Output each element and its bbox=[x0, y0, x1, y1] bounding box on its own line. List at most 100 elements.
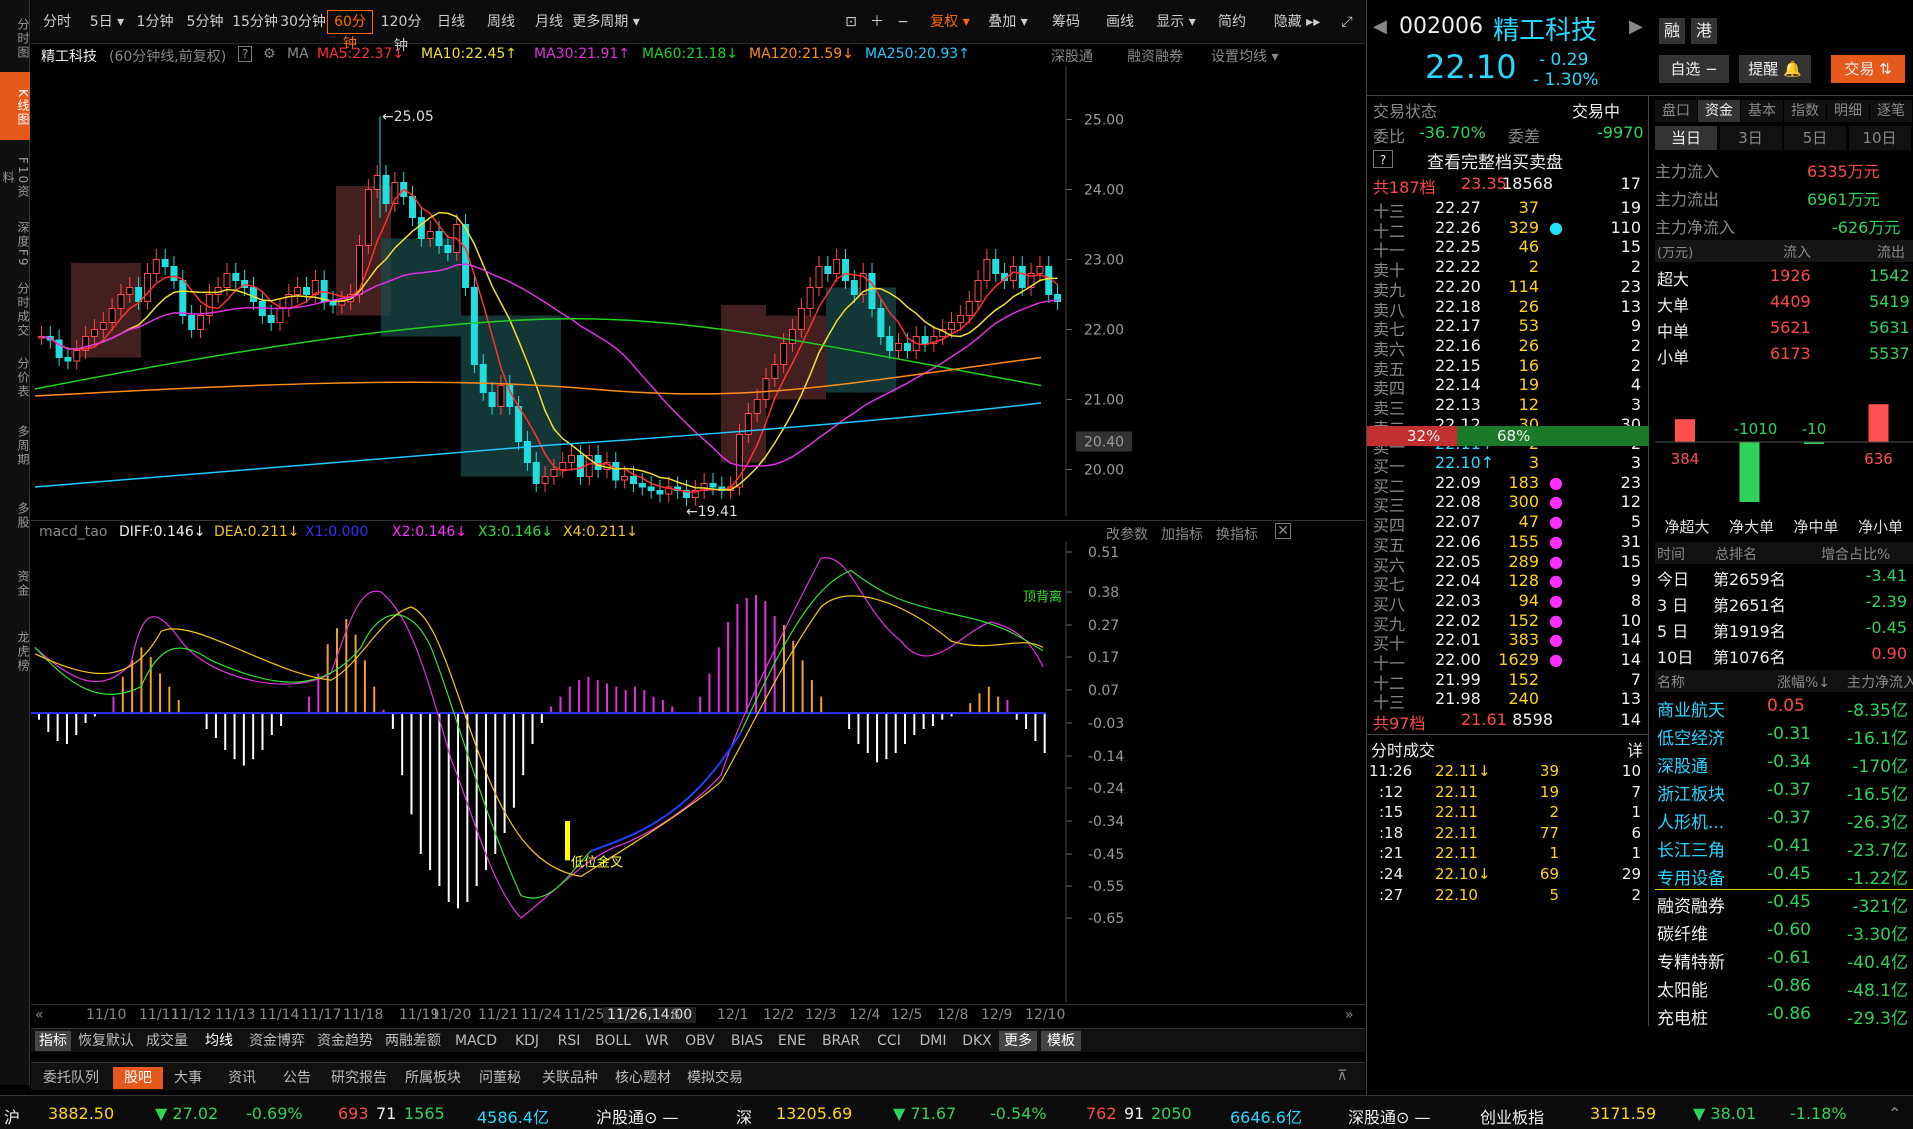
period-tab-6[interactable]: 60分钟 bbox=[327, 10, 373, 52]
link-margin[interactable]: 融资融券 bbox=[1127, 46, 1183, 66]
rail-item-8[interactable]: 资金 bbox=[0, 552, 30, 612]
period-tab-0[interactable]: 当日 bbox=[1655, 126, 1717, 150]
info-tab-1[interactable]: 股吧 bbox=[113, 1067, 163, 1089]
period-tab-1[interactable]: 3日 bbox=[1719, 126, 1782, 150]
sector-row[interactable]: 专精特新 -0.61 -40.4亿 bbox=[1655, 946, 1913, 974]
info-tab-7[interactable]: 问董秘 bbox=[473, 1067, 527, 1089]
sector-row[interactable]: 充电桩 -0.86 -29.3亿 bbox=[1655, 1002, 1913, 1030]
tool-btn-3[interactable]: 画线 bbox=[1095, 10, 1145, 34]
sector-row[interactable]: 浙江板块 -0.37 -16.5亿 bbox=[1655, 778, 1913, 806]
edit-params-link[interactable]: 改参数 bbox=[1106, 524, 1148, 544]
indicator-tab-12[interactable]: OBV bbox=[677, 1031, 723, 1051]
flow-tab-2[interactable]: 基本 bbox=[1741, 100, 1783, 122]
help-icon[interactable]: ? bbox=[238, 46, 253, 62]
indicator-tab-10[interactable]: BOLL bbox=[589, 1031, 637, 1051]
tool-btn-1[interactable]: 叠加 ▾ bbox=[981, 10, 1035, 34]
sector-row[interactable]: 长江三角 -0.41 -23.7亿 bbox=[1655, 834, 1913, 862]
info-tab-9[interactable]: 核心题材 bbox=[611, 1067, 675, 1089]
indicator-tab-9[interactable]: RSI bbox=[551, 1031, 587, 1051]
tool-btn-6[interactable]: 隐藏 ▸▸ bbox=[1261, 10, 1333, 34]
margin-tag[interactable]: 融 bbox=[1659, 18, 1685, 44]
period-tab-0[interactable]: 分时 bbox=[35, 10, 79, 34]
trade-button[interactable]: 交易 ⇅ bbox=[1831, 55, 1905, 83]
watchlist-button[interactable]: 自选 − bbox=[1659, 55, 1729, 83]
sector-row[interactable]: 融资融券 -0.45 -321亿 bbox=[1655, 890, 1913, 918]
period-tab-1[interactable]: 5日 ▾ bbox=[85, 10, 129, 34]
indicator-tab-8[interactable]: KDJ bbox=[505, 1031, 549, 1051]
tool-btn-0[interactable]: 复权 ▾ bbox=[923, 10, 977, 34]
help-icon[interactable]: ? bbox=[1373, 150, 1393, 168]
period-tab-8[interactable]: 日线 bbox=[429, 10, 473, 34]
settings-icon[interactable]: ⚙ bbox=[263, 46, 276, 62]
indicator-tab-17[interactable]: DMI bbox=[911, 1031, 955, 1051]
period-tab-2[interactable]: 1分钟 bbox=[131, 10, 179, 34]
indicator-tab-7[interactable]: MACD bbox=[449, 1031, 503, 1051]
chevron-up-icon[interactable]: ⌃ bbox=[1888, 1104, 1901, 1123]
period-tab-9[interactable]: 周线 bbox=[477, 10, 525, 34]
hgt-label[interactable]: 沪股通⊙ — bbox=[596, 1104, 679, 1128]
fullscreen-icon[interactable]: ⤢ bbox=[1335, 10, 1359, 34]
tab-icon[interactable]: ⊡ bbox=[839, 10, 863, 34]
rail-item-5[interactable]: 分价表 bbox=[0, 346, 30, 406]
period-tab-3[interactable]: 5分钟 bbox=[181, 10, 229, 34]
full-orderbook-link[interactable]: 查看完整档买卖盘 bbox=[1427, 148, 1563, 173]
flow-tab-5[interactable]: 逐笔 bbox=[1870, 100, 1912, 122]
alert-button[interactable]: 提醒 🔔 bbox=[1739, 55, 1811, 83]
indicator-tab-2[interactable]: 成交量 bbox=[141, 1031, 193, 1051]
info-tab-8[interactable]: 关联品种 bbox=[535, 1067, 605, 1089]
info-tab-6[interactable]: 所属板块 bbox=[401, 1067, 465, 1089]
rail-item-1[interactable]: K线图 bbox=[0, 72, 30, 140]
indicator-tab-19[interactable]: 更多 bbox=[999, 1031, 1037, 1051]
period-tab-2[interactable]: 5日 bbox=[1784, 126, 1846, 150]
period-tab-7[interactable]: 120分钟 bbox=[375, 10, 427, 54]
indicator-tab-5[interactable]: 资金趋势 bbox=[313, 1031, 377, 1051]
info-tab-10[interactable]: 模拟交易 bbox=[683, 1067, 747, 1089]
change-indicator-link[interactable]: 换指标 bbox=[1216, 524, 1258, 544]
scroll-left-icon[interactable]: « bbox=[35, 1007, 44, 1023]
link-sgt[interactable]: 深股通 bbox=[1051, 46, 1093, 66]
period-tab-5[interactable]: 30分钟 bbox=[279, 10, 327, 34]
period-tab-11[interactable]: 更多周期 ▾ bbox=[571, 10, 641, 34]
indicator-tab-3[interactable]: 均线 bbox=[197, 1031, 241, 1051]
sector-row[interactable]: 商业航天 0.05 -8.35亿 bbox=[1655, 694, 1913, 722]
period-tab-4[interactable]: 15分钟 bbox=[231, 10, 279, 34]
rail-item-4[interactable]: 分时成交 bbox=[0, 278, 30, 338]
indicator-tab-15[interactable]: BRAR bbox=[815, 1031, 867, 1051]
indicator-tab-20[interactable]: 模板 bbox=[1041, 1031, 1081, 1051]
rail-item-0[interactable]: 分时图 bbox=[0, 8, 30, 66]
sector-row[interactable]: 人形机... -0.37 -26.3亿 bbox=[1655, 806, 1913, 834]
expand-icon[interactable]: ⊼ bbox=[1337, 1068, 1347, 1084]
flow-tab-3[interactable]: 指数 bbox=[1784, 100, 1826, 122]
period-tab-3[interactable]: 10日 bbox=[1848, 126, 1911, 150]
info-tab-4[interactable]: 公告 bbox=[277, 1067, 317, 1089]
info-tab-0[interactable]: 委托队列 bbox=[39, 1067, 103, 1089]
close-icon[interactable]: ✕ bbox=[1275, 523, 1291, 539]
sz-index[interactable]: 13205.69 bbox=[776, 1104, 852, 1123]
rail-item-3[interactable]: 深度F9 bbox=[0, 212, 30, 272]
hk-tag[interactable]: 港 bbox=[1691, 18, 1717, 44]
info-tab-2[interactable]: 大事 bbox=[165, 1067, 211, 1089]
info-tab-3[interactable]: 资讯 bbox=[215, 1067, 269, 1089]
tool-btn-5[interactable]: 简约 bbox=[1207, 10, 1257, 34]
tool-btn-2[interactable]: 筹码 bbox=[1041, 10, 1091, 34]
sector-row[interactable]: 深股通 -0.34 -170亿 bbox=[1655, 750, 1913, 778]
sector-row[interactable]: 低空经济 -0.31 -16.1亿 bbox=[1655, 722, 1913, 750]
indicator-tab-13[interactable]: BIAS bbox=[725, 1031, 769, 1051]
indicator-tab-0[interactable]: 指标 bbox=[35, 1031, 71, 1051]
next-stock-icon[interactable]: ▶ bbox=[1629, 16, 1643, 37]
zoom-out-icon[interactable]: − bbox=[891, 10, 915, 34]
indicator-tab-18[interactable]: DKX bbox=[957, 1031, 997, 1051]
sector-row[interactable]: 专用设备 -0.45 -1.22亿 bbox=[1655, 862, 1913, 890]
indicator-tab-11[interactable]: WR bbox=[639, 1031, 675, 1051]
scroll-right-icon[interactable]: » bbox=[1345, 1007, 1354, 1023]
info-tab-5[interactable]: 研究报告 bbox=[327, 1067, 391, 1089]
rail-item-2[interactable]: F10资料 bbox=[0, 146, 30, 206]
cyb-index[interactable]: 3171.59 bbox=[1590, 1104, 1656, 1123]
indicator-tab-6[interactable]: 两融差额 bbox=[381, 1031, 445, 1051]
indicator-tab-16[interactable]: CCI bbox=[869, 1031, 909, 1051]
indicator-tab-4[interactable]: 资金博弈 bbox=[245, 1031, 309, 1051]
candlestick-chart[interactable]: 25.00 24.00 23.00 22.00 21.00 20.00 20.40 ←25.0… bbox=[31, 66, 1365, 516]
prev-stock-icon[interactable]: ◀ bbox=[1373, 16, 1387, 37]
flow-tab-0[interactable]: 盘口 bbox=[1655, 100, 1697, 122]
ma-settings-dropdown[interactable]: 设置均线 ▾ bbox=[1211, 46, 1278, 66]
